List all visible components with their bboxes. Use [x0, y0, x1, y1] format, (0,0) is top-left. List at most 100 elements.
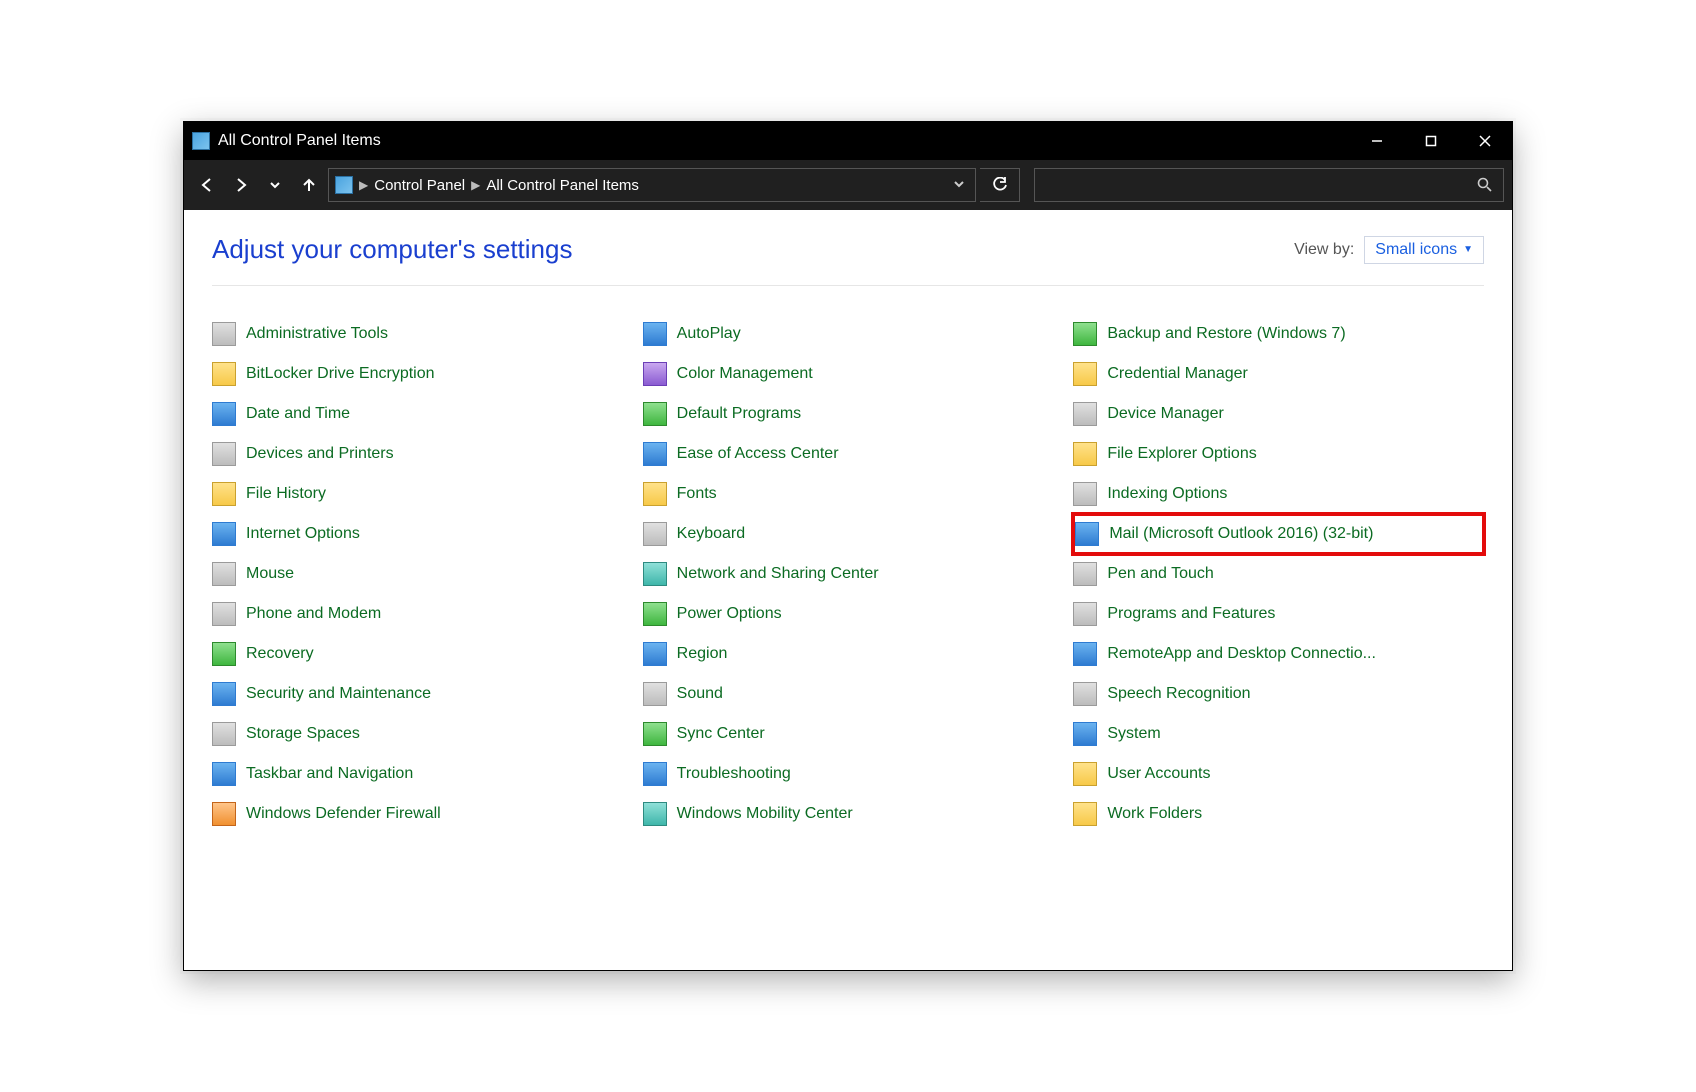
item-icon [1073, 362, 1097, 386]
control-panel-item[interactable]: Credential Manager [1073, 354, 1484, 394]
chevron-down-icon [953, 178, 965, 190]
page-title: Adjust your computer's settings [212, 234, 572, 265]
control-panel-item[interactable]: Windows Mobility Center [643, 794, 1054, 834]
item-icon [643, 522, 667, 546]
close-icon [1479, 135, 1491, 147]
view-by-dropdown[interactable]: Small icons ▼ [1364, 236, 1484, 264]
control-panel-item[interactable]: File History [212, 474, 623, 514]
item-icon [1073, 562, 1097, 586]
item-label: Device Manager [1107, 405, 1224, 423]
control-panel-item[interactable]: File Explorer Options [1073, 434, 1484, 474]
item-icon [643, 722, 667, 746]
control-panel-item[interactable]: Device Manager [1073, 394, 1484, 434]
control-panel-item[interactable]: Mouse [212, 554, 623, 594]
control-panel-item[interactable]: Sound [643, 674, 1054, 714]
item-icon [643, 482, 667, 506]
recent-locations-button[interactable] [260, 170, 290, 200]
control-panel-item[interactable]: Windows Defender Firewall [212, 794, 623, 834]
item-label: Programs and Features [1107, 605, 1275, 623]
up-button[interactable] [294, 170, 324, 200]
control-panel-item[interactable]: Indexing Options [1073, 474, 1484, 514]
control-panel-item[interactable]: Network and Sharing Center [643, 554, 1054, 594]
item-label: Fonts [677, 485, 717, 503]
view-by-label: View by: [1294, 241, 1354, 259]
control-panel-item[interactable]: Power Options [643, 594, 1054, 634]
control-panel-item[interactable]: Mail (Microsoft Outlook 2016) (32-bit) [1073, 514, 1484, 554]
view-by-value: Small icons [1375, 241, 1457, 259]
refresh-button[interactable] [980, 168, 1020, 202]
item-label: Mail (Microsoft Outlook 2016) (32-bit) [1109, 525, 1373, 543]
item-label: Phone and Modem [246, 605, 381, 623]
item-label: File Explorer Options [1107, 445, 1256, 463]
control-panel-item[interactable]: System [1073, 714, 1484, 754]
control-panel-item[interactable]: Pen and Touch [1073, 554, 1484, 594]
item-icon [212, 482, 236, 506]
address-bar[interactable]: ▶ Control Panel ▶ All Control Panel Item… [328, 168, 976, 202]
item-icon [1073, 762, 1097, 786]
item-label: System [1107, 725, 1160, 743]
item-label: Color Management [677, 365, 813, 383]
item-icon [643, 682, 667, 706]
arrow-right-icon [233, 177, 249, 193]
arrow-left-icon [199, 177, 215, 193]
item-label: Credential Manager [1107, 365, 1248, 383]
control-panel-item[interactable]: Ease of Access Center [643, 434, 1054, 474]
item-label: Troubleshooting [677, 765, 791, 783]
control-panel-item[interactable]: AutoPlay [643, 314, 1054, 354]
control-panel-item[interactable]: Speech Recognition [1073, 674, 1484, 714]
minimize-button[interactable] [1350, 122, 1404, 160]
control-panel-item[interactable]: Storage Spaces [212, 714, 623, 754]
item-label: Ease of Access Center [677, 445, 839, 463]
item-icon [1073, 482, 1097, 506]
item-icon [212, 562, 236, 586]
control-panel-item[interactable]: Administrative Tools [212, 314, 623, 354]
control-panel-item[interactable]: Security and Maintenance [212, 674, 623, 714]
control-panel-item[interactable]: Date and Time [212, 394, 623, 434]
forward-button[interactable] [226, 170, 256, 200]
control-panel-item[interactable]: BitLocker Drive Encryption [212, 354, 623, 394]
control-panel-item[interactable]: Default Programs [643, 394, 1054, 434]
window-controls [1350, 122, 1512, 160]
control-panel-item[interactable]: User Accounts [1073, 754, 1484, 794]
item-icon [643, 442, 667, 466]
address-dropdown-button[interactable] [949, 178, 969, 193]
window-frame: All Control Panel Items [183, 121, 1513, 971]
breadcrumb-current[interactable]: All Control Panel Items [486, 177, 639, 194]
item-label: Work Folders [1107, 805, 1202, 823]
control-panel-item[interactable]: Devices and Printers [212, 434, 623, 474]
item-icon [643, 362, 667, 386]
item-label: Power Options [677, 605, 782, 623]
back-button[interactable] [192, 170, 222, 200]
breadcrumb-separator-icon: ▶ [359, 178, 368, 192]
item-icon [1073, 682, 1097, 706]
close-button[interactable] [1458, 122, 1512, 160]
item-label: Speech Recognition [1107, 685, 1250, 703]
breadcrumb-root[interactable]: Control Panel [374, 177, 465, 194]
item-icon [643, 602, 667, 626]
item-icon [212, 402, 236, 426]
item-label: Windows Mobility Center [677, 805, 853, 823]
control-panel-item[interactable]: Programs and Features [1073, 594, 1484, 634]
control-panel-item[interactable]: Taskbar and Navigation [212, 754, 623, 794]
control-panel-item[interactable]: Phone and Modem [212, 594, 623, 634]
search-input[interactable] [1034, 168, 1504, 202]
item-label: Taskbar and Navigation [246, 765, 413, 783]
control-panel-item[interactable]: Fonts [643, 474, 1054, 514]
item-label: Keyboard [677, 525, 746, 543]
control-panel-item[interactable]: Region [643, 634, 1054, 674]
item-label: Pen and Touch [1107, 565, 1213, 583]
item-icon [643, 642, 667, 666]
control-panel-item[interactable]: Keyboard [643, 514, 1054, 554]
control-panel-item[interactable]: Color Management [643, 354, 1054, 394]
control-panel-item[interactable]: Internet Options [212, 514, 623, 554]
control-panel-item[interactable]: RemoteApp and Desktop Connectio... [1073, 634, 1484, 674]
control-panel-item[interactable]: Work Folders [1073, 794, 1484, 834]
item-icon [1073, 802, 1097, 826]
control-panel-item[interactable]: Sync Center [643, 714, 1054, 754]
item-icon [212, 802, 236, 826]
control-panel-item[interactable]: Troubleshooting [643, 754, 1054, 794]
control-panel-item[interactable]: Backup and Restore (Windows 7) [1073, 314, 1484, 354]
item-icon [212, 602, 236, 626]
control-panel-item[interactable]: Recovery [212, 634, 623, 674]
maximize-button[interactable] [1404, 122, 1458, 160]
